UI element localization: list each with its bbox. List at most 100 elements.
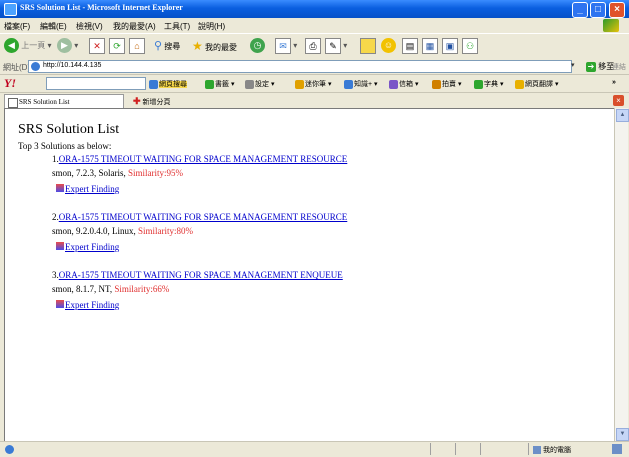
security-zone: 我的電腦 — [533, 445, 571, 455]
tool-button[interactable]: ▦ — [422, 38, 438, 54]
yahoo-dictionary-button[interactable]: 字典 ▾ — [474, 79, 503, 89]
expert-finding-icon — [56, 242, 64, 250]
menu-edit[interactable]: 編輯(E) — [40, 21, 67, 32]
links-button[interactable]: 連結 — [612, 62, 626, 72]
address-dropdown-icon[interactable]: ▾ — [571, 61, 581, 72]
window-title: SRS Solution List - Microsoft Internet E… — [20, 3, 183, 12]
resize-grip-icon[interactable] — [612, 444, 622, 454]
grid-button[interactable]: ▣ — [442, 38, 458, 54]
forward-button[interactable]: ▶ ▾ — [57, 38, 78, 54]
print-button[interactable]: ⎙ — [305, 38, 321, 54]
messenger-icon: ☺ — [381, 38, 396, 54]
yahoo-knowledge-button[interactable]: 知識+ ▾ — [344, 79, 378, 89]
result-similarity: Similarity:95% — [128, 168, 184, 178]
menu-bar: 檔案(F) 編輯(E) 檢視(V) 我的最愛(A) 工具(T) 說明(H) — [0, 18, 629, 33]
page-icon — [31, 62, 40, 71]
home-icon: ⌂ — [129, 38, 145, 54]
yahoo-more-chevron-icon[interactable]: » — [612, 79, 616, 86]
address-label: 網址(D) — [3, 63, 31, 72]
search-label: 搜尋 — [164, 42, 181, 51]
result-similarity: Similarity:80% — [138, 226, 194, 236]
tab-label: SRS Solution List — [19, 98, 70, 106]
status-bar: 我的電腦 — [0, 441, 629, 457]
mail-icon: ✉ — [275, 38, 291, 54]
stop-button[interactable]: ✕ — [89, 38, 105, 54]
result-item: 1.ORA-1575 TIMEOUT WAITING FOR SPACE MAN… — [52, 154, 348, 194]
extra-icon: ⚇ — [462, 38, 478, 54]
yahoo-search-input[interactable] — [46, 77, 146, 90]
tab-bar: SRS Solution List ✚ 新增分頁 × — [0, 93, 629, 109]
menu-file[interactable]: 檔案(F) — [4, 21, 30, 32]
windows-logo-icon — [603, 19, 619, 32]
yahoo-web-search-button[interactable]: 網頁搜尋 — [149, 79, 187, 89]
page-content: SRS Solution List Top 3 Solutions as bel… — [4, 108, 615, 442]
search-button[interactable]: ⚲ 搜尋 — [154, 38, 180, 54]
messenger-button[interactable]: ☺ — [381, 38, 396, 54]
status-separator — [430, 443, 431, 455]
address-input[interactable]: http://10.144.4.135 — [28, 60, 572, 73]
result-title-link[interactable]: ORA-1575 TIMEOUT WAITING FOR SPACE MANAG… — [59, 154, 348, 164]
history-button[interactable]: ◷ — [250, 38, 265, 54]
back-button[interactable]: ◀ 上一頁 ▾ — [4, 38, 51, 54]
result-title-link[interactable]: ORA-1575 TIMEOUT WAITING FOR SPACE MANAG… — [59, 212, 348, 222]
expert-finding-icon — [56, 300, 64, 308]
mail-button[interactable]: ✉ ▾ — [275, 38, 297, 54]
expert-finding-link[interactable]: Expert Finding — [56, 184, 119, 194]
expert-finding-link[interactable]: Expert Finding — [56, 300, 119, 310]
close-window-button[interactable]: × — [609, 2, 625, 18]
maximize-button[interactable]: □ — [590, 2, 606, 18]
edit-button[interactable]: ✎ ▾ — [325, 38, 347, 54]
plus-icon: ✚ — [133, 96, 141, 106]
edit-icon: ✎ — [325, 38, 341, 54]
menu-favorites[interactable]: 我的最愛(A) — [113, 21, 156, 32]
favorites-button[interactable]: ★ 我的最愛 — [192, 38, 237, 54]
standard-toolbar: ◀ 上一頁 ▾ ▶ ▾ ✕ ⟳ ⌂ ⚲ 搜尋 ★ 我的最愛 ◷ ✉ ▾ ⎙ ✎ … — [0, 33, 629, 60]
yahoo-logo-icon[interactable]: Y! — [4, 76, 16, 91]
favorites-label: 我的最愛 — [205, 43, 237, 52]
yahoo-bookmarks-button[interactable]: 書籤 ▾ — [205, 79, 234, 89]
research-icon: ▤ — [402, 38, 418, 54]
scroll-up-icon[interactable]: ▲ — [616, 109, 629, 122]
forward-arrow-icon: ▶ — [57, 38, 72, 54]
menu-help[interactable]: 說明(H) — [198, 21, 225, 32]
back-arrow-icon: ◀ — [4, 38, 19, 54]
computer-icon — [533, 446, 541, 455]
status-separator — [455, 443, 456, 455]
tool-icon: ▦ — [422, 38, 438, 54]
yahoo-mail-button[interactable]: 信箱 ▾ — [389, 79, 418, 89]
result-meta: smon, 7.2.3, Solaris, — [52, 168, 126, 178]
result-meta: smon, 8.1.7, NT, — [52, 284, 113, 294]
result-title-link[interactable]: ORA-1575 TIMEOUT WAITING FOR SPACE MANAG… — [59, 270, 343, 280]
discuss-button[interactable] — [360, 38, 376, 54]
expert-finding-icon — [56, 184, 64, 192]
yahoo-settings-button[interactable]: 設定 ▾ — [245, 79, 274, 89]
address-url: http://10.144.4.135 — [43, 62, 102, 69]
yahoo-auction-button[interactable]: 拍賣 ▾ — [432, 79, 461, 89]
vertical-scrollbar[interactable]: ▲ ▼ — [614, 108, 629, 442]
menu-tools[interactable]: 工具(T) — [164, 21, 190, 32]
ie-app-icon — [4, 3, 17, 16]
status-page-icon — [5, 445, 14, 454]
yahoo-translate-button[interactable]: 網頁翻譯 ▾ — [515, 79, 558, 89]
refresh-button[interactable]: ⟳ — [109, 38, 125, 54]
expert-finding-link[interactable]: Expert Finding — [56, 242, 119, 252]
status-separator — [480, 443, 481, 455]
grid-icon: ▣ — [442, 38, 458, 54]
yahoo-toolbar: Y! 網頁搜尋 書籤 ▾ 設定 ▾ 迷你筆 ▾ 知識+ ▾ 信箱 ▾ 拍賣 ▾ … — [0, 75, 629, 93]
tab-srs-solution-list[interactable]: SRS Solution List — [4, 94, 124, 109]
menu-view[interactable]: 檢視(V) — [76, 21, 103, 32]
minimize-button[interactable]: _ — [572, 2, 588, 18]
address-bar: 網址(D) http://10.144.4.135 ▾ ➔ 移至 連結 — [0, 59, 629, 75]
search-icon: ⚲ — [154, 40, 163, 52]
result-item: 2.ORA-1575 TIMEOUT WAITING FOR SPACE MAN… — [52, 212, 348, 252]
yahoo-minipen-button[interactable]: 迷你筆 ▾ — [295, 79, 331, 89]
home-button[interactable]: ⌂ — [129, 38, 145, 54]
go-button[interactable]: ➔ 移至 — [586, 61, 614, 72]
extra-button[interactable]: ⚇ — [462, 38, 478, 54]
close-tab-button[interactable]: × — [613, 95, 624, 106]
refresh-icon: ⟳ — [109, 38, 125, 54]
research-button[interactable]: ▤ — [402, 38, 418, 54]
page-title: SRS Solution List — [18, 122, 120, 137]
scroll-down-icon[interactable]: ▼ — [616, 428, 629, 441]
new-tab-button[interactable]: ✚ 新增分頁 — [133, 96, 171, 107]
